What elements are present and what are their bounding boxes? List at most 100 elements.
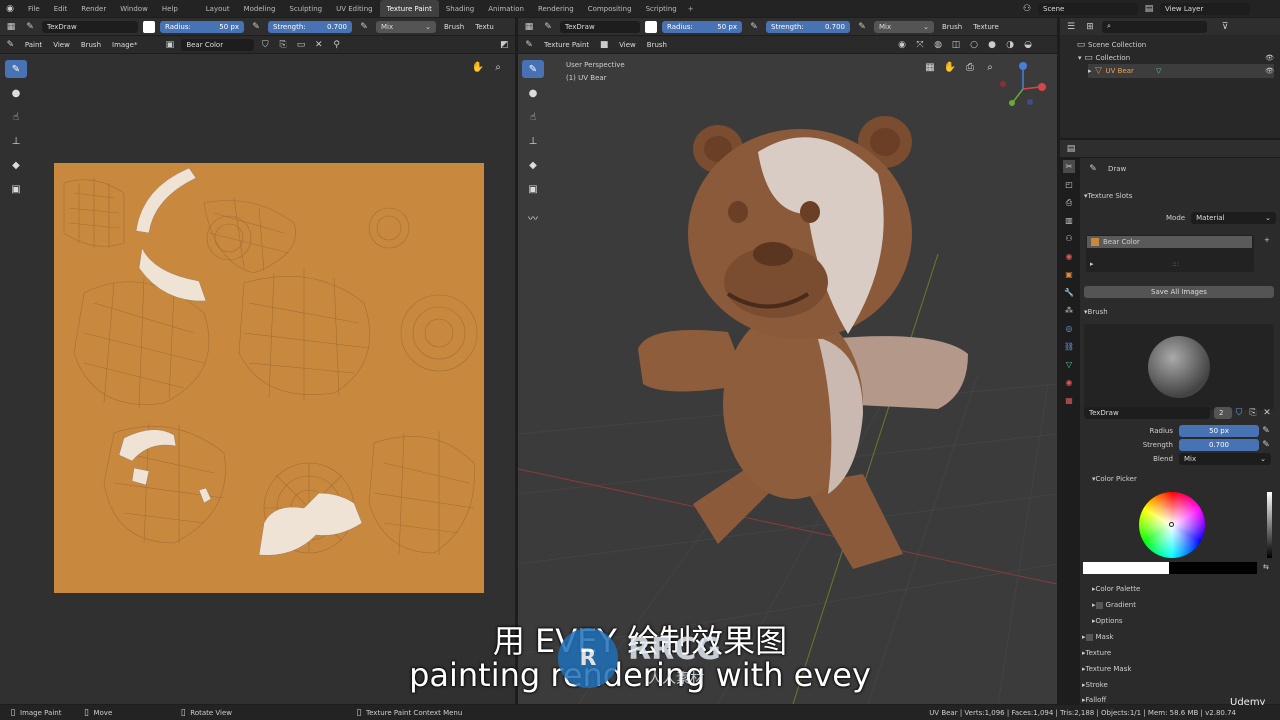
outliner-row-scene-collection[interactable]: ▭ Scene Collection	[1074, 38, 1146, 52]
workspace-tab-texture-paint[interactable]: Texture Paint	[379, 0, 439, 17]
scene-tab-icon[interactable]: ⚇	[1063, 232, 1075, 245]
pan-hand-icon[interactable]: ✋	[471, 60, 485, 74]
editor-type-icon[interactable]: ▤	[1064, 142, 1078, 156]
unlink-brush-icon[interactable]: ✕	[1260, 406, 1274, 420]
brush-menu[interactable]: Brush	[441, 23, 467, 31]
pan-hand-icon[interactable]: ✋	[943, 60, 957, 74]
color-swatch[interactable]	[143, 20, 155, 33]
radius-slider[interactable]: Radius: 50 px	[662, 20, 742, 33]
fake-user-icon[interactable]: ⛉	[259, 38, 272, 52]
primary-color-swatch[interactable]	[1083, 562, 1169, 574]
overlay-icon[interactable]: ◍	[931, 38, 945, 52]
mode-dropdown[interactable]: Material ⌄	[1191, 212, 1276, 224]
workspace-tab-rendering[interactable]: Rendering	[531, 0, 581, 17]
brush-menu-2[interactable]: Brush	[78, 41, 104, 49]
strength-slider[interactable]: Strength: 0.700	[766, 20, 850, 33]
color-swatch[interactable]	[645, 20, 657, 33]
add-slot-icon[interactable]: +	[1264, 236, 1270, 244]
blender-logo-icon[interactable]: ◉	[3, 2, 17, 16]
menu-window[interactable]: Window	[113, 0, 155, 17]
material-shading-icon[interactable]: ◑	[1003, 38, 1017, 52]
zoom-icon[interactable]: ⌕	[983, 60, 997, 74]
texture-slot-list[interactable]: Bear Color ▸ :::	[1086, 235, 1254, 272]
camera-grid-icon[interactable]: ▦	[923, 60, 937, 74]
annotate-tool-icon[interactable]: 〰	[522, 208, 544, 226]
fill-tool-icon[interactable]: ◆	[522, 156, 544, 174]
gradient-checkbox[interactable]	[1095, 601, 1103, 609]
brush-menu-2[interactable]: Brush	[644, 41, 670, 49]
brush-menu[interactable]: Brush	[939, 23, 965, 31]
solid-shading-icon[interactable]: ●	[985, 38, 999, 52]
menu-render[interactable]: Render	[74, 0, 113, 17]
image-editor-area[interactable]: ✎ ● ☝ ⊥ ◆ ▣ ✋ ⌕	[0, 54, 515, 704]
brush-name-field[interactable]: TexDraw	[1084, 407, 1210, 419]
texture-tab-icon[interactable]: ▦	[1063, 394, 1075, 407]
workspace-tab-animation[interactable]: Animation	[481, 0, 531, 17]
eye-icon[interactable]: 👁	[1265, 54, 1274, 62]
material-tab-icon[interactable]: ◉	[1063, 376, 1075, 389]
workspace-tab-compositing[interactable]: Compositing	[581, 0, 639, 17]
particles-tab-icon[interactable]: ⁂	[1063, 304, 1075, 317]
display-channels-icon[interactable]: ◩	[498, 38, 511, 52]
outliner-row-collection[interactable]: ▾ ▭ Collection 👁	[1078, 51, 1274, 65]
smear-tool-icon[interactable]: ☝	[5, 108, 27, 126]
strength-slider[interactable]: Strength: 0.700	[268, 20, 352, 33]
image-name-field[interactable]: Bear Color	[181, 38, 254, 51]
duplicate-brush-icon[interactable]: ⎘	[1246, 406, 1260, 420]
constraints-tab-icon[interactable]: ⛓	[1063, 340, 1075, 353]
editor-type-icon[interactable]: ▦	[522, 20, 536, 34]
brush-name-field[interactable]: TexDraw	[560, 20, 640, 33]
save-all-images-button[interactable]: Save All Images	[1084, 286, 1274, 298]
workspace-tab-modeling[interactable]: Modeling	[237, 0, 283, 17]
color-picker-header[interactable]: ▾ Color Picker	[1092, 475, 1137, 483]
color-palette-header[interactable]: ▸ Color Palette	[1092, 585, 1140, 593]
blend-dropdown[interactable]: Mix ⌄	[376, 20, 436, 33]
brush-icon[interactable]: ✎	[541, 20, 555, 34]
data-tab-icon[interactable]: ▽	[1063, 358, 1075, 371]
mask-tool-icon[interactable]: ▣	[522, 180, 544, 198]
texture-menu[interactable]: Texture	[970, 23, 1002, 31]
menu-file[interactable]: File	[21, 0, 47, 17]
pressure-icon[interactable]: ✎	[855, 20, 869, 34]
uv-texture-image[interactable]	[54, 163, 484, 593]
wireframe-shading-icon[interactable]: ○	[967, 38, 981, 52]
editor-type-icon[interactable]: ▦	[4, 20, 18, 34]
workspace-tab-scripting[interactable]: Scripting	[639, 0, 684, 17]
view-menu[interactable]: View	[50, 41, 73, 49]
swap-colors-icon[interactable]: ⇆	[1263, 563, 1269, 571]
color-wheel[interactable]	[1139, 492, 1205, 558]
gradient-header[interactable]: ▸ Gradient	[1092, 601, 1136, 609]
brush-preview[interactable]	[1084, 324, 1274, 410]
strength-slider[interactable]: 0.700	[1179, 439, 1259, 451]
tool-tab-icon[interactable]: ✂	[1063, 160, 1075, 173]
pressure-icon[interactable]: ✎	[1259, 424, 1273, 438]
pressure-icon[interactable]: ✎	[747, 20, 761, 34]
workspace-tab-shading[interactable]: Shading	[439, 0, 481, 17]
view-menu[interactable]: View	[616, 41, 639, 49]
pressure-icon[interactable]: ✎	[357, 20, 371, 34]
gizmo-icon[interactable]: ⤧	[913, 38, 927, 52]
falloff-header[interactable]: ▸ Falloff	[1082, 696, 1106, 704]
pin-icon[interactable]: ⚲	[330, 38, 343, 52]
render-tab-icon[interactable]: ◰	[1063, 178, 1075, 191]
rendered-shading-icon[interactable]: ◒	[1021, 38, 1035, 52]
brush-name-field[interactable]: TexDraw	[42, 20, 138, 33]
value-slider[interactable]	[1267, 492, 1272, 558]
draw-tool-icon[interactable]: ✎	[522, 60, 544, 78]
clone-tool-icon[interactable]: ⊥	[5, 132, 27, 150]
fill-tool-icon[interactable]: ◆	[5, 156, 27, 174]
output-tab-icon[interactable]: ⎙	[1063, 196, 1075, 209]
pressure-icon[interactable]: ✎	[249, 20, 263, 34]
scene-field[interactable]: Scene	[1038, 2, 1138, 15]
mask-tool-icon[interactable]: ▣	[5, 180, 27, 198]
texture-slots-panel-header[interactable]: ▾ Texture Slots	[1084, 192, 1132, 200]
view-layer-tab-icon[interactable]: ▥	[1063, 214, 1075, 227]
texture-menu[interactable]: Textu	[472, 23, 497, 31]
modifier-tab-icon[interactable]: 🔧	[1063, 286, 1075, 299]
secondary-color-swatch[interactable]	[1169, 562, 1257, 574]
brush-panel-header[interactable]: ▾ Brush	[1084, 308, 1108, 316]
list-resize-handle[interactable]: :::	[1172, 260, 1179, 268]
open-image-icon[interactable]: ▭	[295, 38, 308, 52]
blend-dropdown[interactable]: Mix ⌄	[1179, 453, 1271, 465]
soften-tool-icon[interactable]: ●	[522, 84, 544, 102]
